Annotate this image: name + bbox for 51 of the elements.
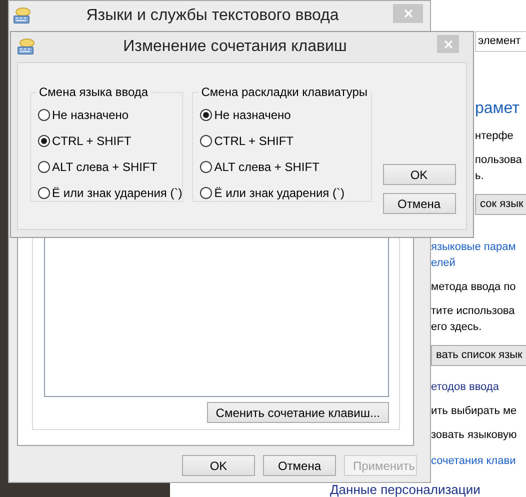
option-label: Не назначено [214,108,291,122]
search-field[interactable]: элемент [475,31,526,52]
radio-option[interactable]: Ё или знак ударения (`) [200,185,371,201]
radio-button[interactable] [38,161,50,173]
page-heading: рамет [475,99,520,119]
option-label: ALT слева + SHIFT [52,160,158,174]
radio-option[interactable]: CTRL + SHIFT [200,133,371,149]
option-label: ALT слева + SHIFT [214,160,320,174]
action-button[interactable]: вать список язык [431,345,526,366]
section-heading: Данные персонализации [330,483,480,497]
group-title: Смена языка ввода [38,85,150,99]
option-label: Ё или знак ударения (`) [214,186,344,200]
close-icon [404,9,412,18]
keyboard-icon [13,7,31,25]
radio-button[interactable] [38,109,50,121]
body-text: нтерфе [475,129,514,144]
dialog-button[interactable]: OK [382,164,456,185]
radio-option[interactable]: CTRL + SHIFT [38,133,182,149]
radio-option[interactable]: Не назначено [38,107,182,123]
option-label: CTRL + SHIFT [214,134,294,148]
dialog-button[interactable]: OK [182,455,255,476]
body-text: тите использова его здесь. [431,304,515,335]
option-label: Ё или знак ударения (`) [52,186,182,200]
settings-link[interactable]: языковые парам елей [431,239,516,271]
radio-button[interactable] [200,109,212,121]
window-title: Языки и службы текстового ввода [85,7,340,25]
close-icon [444,40,452,48]
action-button[interactable]: сок язык [475,194,526,215]
radio-option[interactable]: Ё или знак ударения (`) [38,185,182,201]
body-text: метода ввода по [431,280,516,295]
radio-button[interactable] [200,187,212,199]
settings-link[interactable]: сочетания клави [431,453,516,469]
dialog-button[interactable]: Отмена [263,455,336,476]
change-shortcut-button[interactable]: Сменить сочетание клавиш... [206,402,389,423]
body-text: ить выбирать ме [431,404,517,419]
group-title: Смена раскладки клавиатуры [200,85,369,99]
radio-option[interactable]: ALT слева + SHIFT [38,159,182,175]
radio-button[interactable] [38,187,50,199]
option-label: CTRL + SHIFT [52,134,132,148]
radio-button[interactable] [38,135,50,147]
radio-button[interactable] [200,135,212,147]
radio-option[interactable]: Не назначено [200,107,371,123]
dialog-button[interactable]: Отмена [382,193,456,214]
body-text: зовать языковую [431,428,517,443]
radio-button[interactable] [200,161,212,173]
body-text: пользова ь. [475,153,522,184]
option-label: Не назначено [52,108,129,122]
section-heading: етодов ввода [431,380,499,395]
radio-option[interactable]: ALT слева + SHIFT [200,159,371,175]
window-title: Изменение сочетания клавиш [122,38,348,56]
keyboard-icon [17,38,35,56]
